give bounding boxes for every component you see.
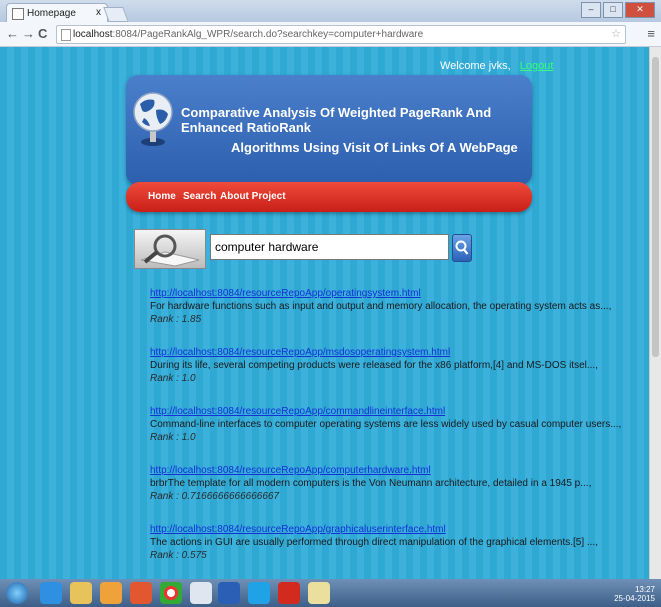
close-window-icon[interactable]: ✕ [625,2,655,18]
minimize-icon[interactable]: – [581,2,601,18]
search-button[interactable] [452,234,472,262]
search-input[interactable] [210,234,449,260]
browser-tab-strip: Homepage x – □ ✕ [0,0,661,23]
skype-icon[interactable] [248,582,270,604]
search-icon [455,240,469,255]
browser-tab[interactable]: Homepage x [6,3,108,23]
result-item: http://localhost:8084/resourceRepoApp/co… [150,405,630,464]
result-description: The actions in GUI are usually performed… [150,537,599,548]
result-item: http://localhost:8084/resourceRepoApp/gr… [150,523,630,579]
welcome-text: Welcome jvks, [440,60,511,72]
banner-subtitle: Algorithms Using Visit Of Links Of A Web… [231,140,518,155]
result-description: For hardware functions such as input and… [150,301,612,312]
scrollbar-thumb[interactable] [652,57,659,357]
url-text: localhost:8084/PageRankAlg_WPR/search.do… [73,29,424,40]
pdf-reader-icon[interactable] [278,582,300,604]
forward-arrow-icon[interactable]: → [22,26,35,41]
result-description: Command-line interfaces to computer oper… [150,419,622,430]
system-tray[interactable]: 13:27 25-04-2015 [614,585,655,603]
bookmark-star-icon[interactable]: ☆ [611,26,621,43]
media-player-icon[interactable] [100,582,122,604]
tab-close-icon[interactable]: x [96,7,101,18]
clock-date: 25-04-2015 [614,594,655,603]
result-link[interactable]: http://localhost:8084/resourceRepoApp/op… [150,287,630,300]
firefox-icon[interactable] [130,582,152,604]
search-results: http://localhost:8084/resourceRepoApp/op… [150,287,630,579]
maximize-icon[interactable]: □ [603,2,623,18]
result-rank: Rank : 1.0 [150,432,196,443]
site-banner: Comparative Analysis Of Weighted PageRan… [126,75,532,185]
page-icon [12,8,24,20]
menu-icon[interactable]: ≡ [647,26,655,41]
result-link[interactable]: http://localhost:8084/resourceRepoApp/gr… [150,523,630,536]
nav-about-link[interactable]: About Project [220,191,286,202]
result-description: brbrThe template for all modern computer… [150,478,592,489]
search-magnifier-image [134,229,206,269]
windows-taskbar: 13:27 25-04-2015 [0,579,661,607]
result-link[interactable]: http://localhost:8084/resourceRepoApp/co… [150,464,630,477]
clock-time: 13:27 [634,585,655,594]
result-rank: Rank : 0.7166666666666667 [150,491,280,502]
internet-explorer-icon[interactable] [40,582,62,604]
file-explorer-icon[interactable] [70,582,92,604]
paint-icon[interactable] [308,582,330,604]
page-viewport: Welcome jvks, Logout Comparative Analysi… [0,47,650,579]
result-item: http://localhost:8084/resourceRepoApp/op… [150,287,630,346]
result-link[interactable]: http://localhost:8084/resourceRepoApp/co… [150,405,630,418]
result-description: During its life, several competing produ… [150,360,598,371]
window-controls: – □ ✕ [581,2,655,18]
result-rank: Rank : 0.575 [150,550,207,561]
chrome-icon[interactable] [160,582,182,604]
start-button-icon[interactable] [6,582,28,604]
logout-link[interactable]: Logout [520,60,554,72]
page-icon [61,29,71,41]
back-arrow-icon[interactable]: ← [6,26,19,41]
globe-icon [133,92,173,146]
main-nav: Home Search About Project [126,182,532,212]
browser-toolbar: ← → C localhost:8084/PageRankAlg_WPR/sea… [0,22,661,47]
result-link[interactable]: http://localhost:8084/resourceRepoApp/ms… [150,346,630,359]
shield-icon[interactable] [190,582,212,604]
nav-search-link[interactable]: Search [183,191,216,202]
new-tab-button[interactable] [103,7,129,22]
result-item: http://localhost:8084/resourceRepoApp/ms… [150,346,630,405]
tab-title: Homepage [27,8,76,19]
result-rank: Rank : 1.0 [150,373,196,384]
banner-title: Comparative Analysis Of Weighted PageRan… [181,105,492,135]
word-icon[interactable] [218,582,240,604]
reload-icon[interactable]: C [38,26,47,41]
result-item: http://localhost:8084/resourceRepoApp/co… [150,464,630,523]
result-rank: Rank : 1.85 [150,314,202,325]
welcome-message: Welcome jvks, Logout [440,60,553,72]
nav-home-link[interactable]: Home [148,191,176,202]
address-bar[interactable]: localhost:8084/PageRankAlg_WPR/search.do… [56,25,626,44]
page-scrollbar[interactable] [649,47,661,579]
